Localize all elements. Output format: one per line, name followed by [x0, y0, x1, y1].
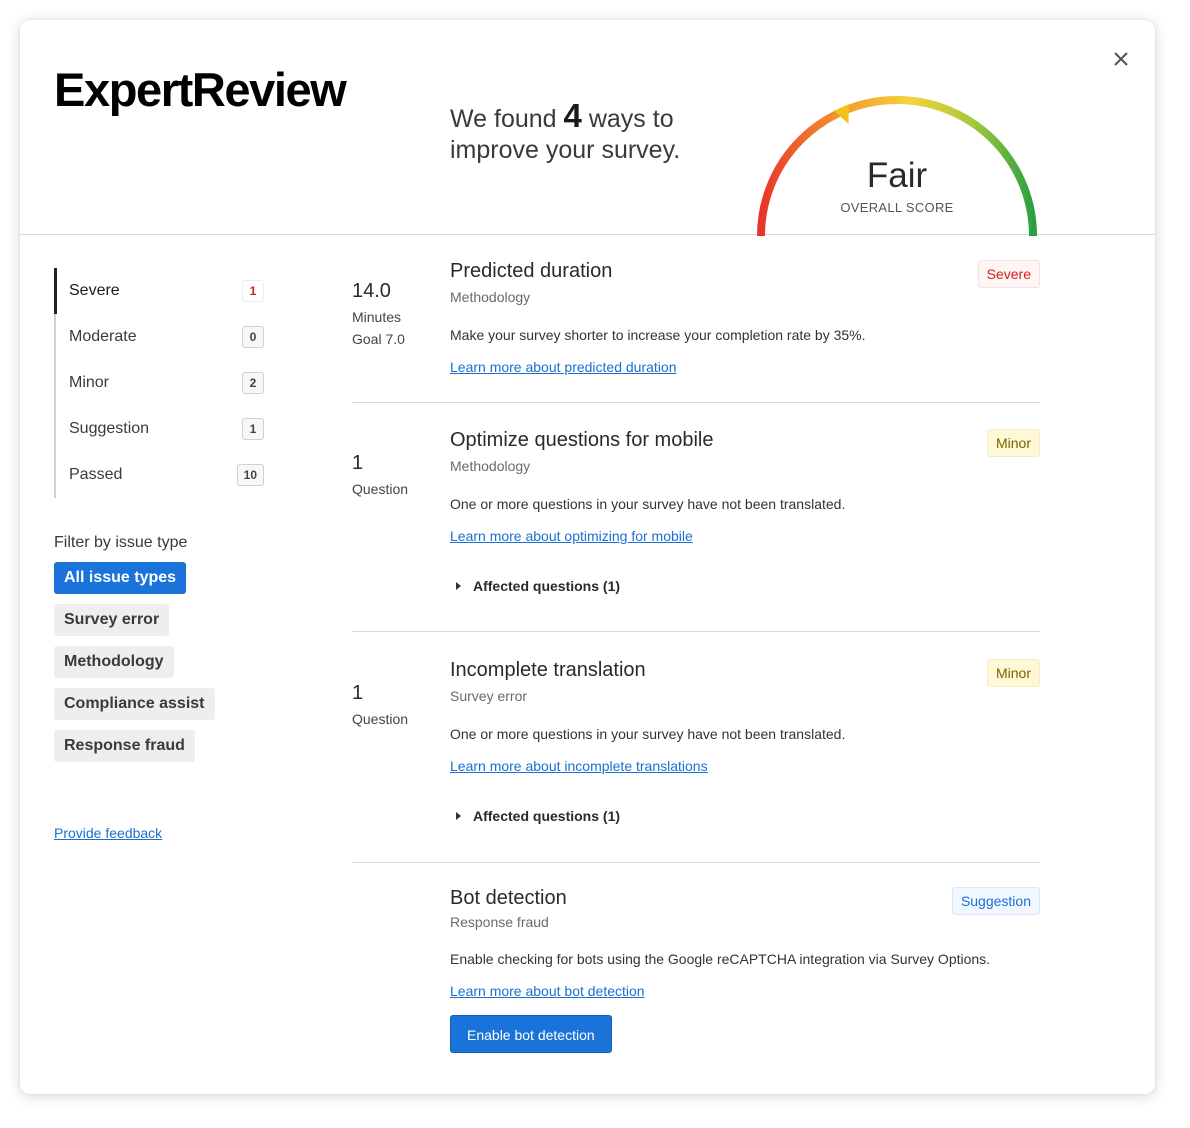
issue-description: One or more questions in your survey hav… [450, 496, 846, 512]
metric-unit: Question [352, 711, 409, 727]
score-gauge: Fair OVERALL SCORE [752, 90, 1042, 236]
filter-title: Filter by issue type [54, 534, 188, 551]
learn-more-link[interactable]: Learn more about bot detection [450, 983, 645, 999]
severity-count: 1 [242, 280, 264, 302]
issue-metric: 1 Question [352, 682, 442, 727]
severity-label: Severe [69, 282, 120, 299]
filter-chip-compliance-assist[interactable]: Compliance assist [54, 688, 215, 720]
severity-badge: Severe [977, 260, 1040, 288]
logo: ExpertReview [54, 63, 347, 116]
issue-metric: 1 Question [352, 452, 442, 497]
filter-chip-survey-error[interactable]: Survey error [54, 604, 170, 636]
affected-questions-label: Affected questions (1) [473, 808, 621, 824]
issue-content: Bot detection Response fraud Enable chec… [450, 887, 1040, 1053]
issue-count: 4 [563, 97, 582, 134]
close-button[interactable] [1108, 46, 1134, 72]
score-label: Fair [866, 156, 928, 195]
caret-right-icon [456, 812, 461, 820]
issue-category: Methodology [450, 458, 531, 474]
issue-content: Incomplete translation Survey error One … [450, 659, 1040, 824]
issue-category: Survey error [450, 688, 528, 704]
issue-category: Methodology [450, 289, 531, 305]
severity-list: Severe 1 Moderate 0 Minor 2 Suggestion 1… [54, 268, 264, 498]
severity-badge: Minor [986, 659, 1040, 687]
enable-bot-detection-button[interactable]: Enable bot detection [450, 1015, 612, 1053]
severity-item-severe[interactable]: Severe 1 [54, 268, 264, 314]
issue-category: Response fraud [450, 914, 549, 930]
issue-card-predicted-duration: 14.0 Minutes Goal 7.0 Predicted duration… [352, 256, 1040, 403]
severity-item-minor[interactable]: Minor 2 [56, 360, 264, 406]
severity-label: Moderate [69, 328, 137, 345]
provide-feedback-link[interactable]: Provide feedback [54, 825, 162, 841]
severity-count: 0 [242, 326, 264, 348]
affected-questions-label: Affected questions (1) [473, 578, 621, 594]
issue-title: Predicted duration [450, 260, 613, 282]
severity-label: Passed [69, 466, 123, 483]
severity-item-suggestion[interactable]: Suggestion 1 [56, 406, 264, 452]
metric-value: 1 [352, 452, 364, 474]
sidebar: Severe 1 Moderate 0 Minor 2 Suggestion 1… [54, 268, 264, 762]
metric-unit: Question [352, 481, 409, 497]
severity-item-passed[interactable]: Passed 10 [56, 452, 264, 498]
metric-goal: Goal 7.0 [352, 331, 405, 347]
learn-more-link[interactable]: Learn more about optimizing for mobile [450, 528, 693, 544]
issue-title: Optimize questions for mobile [450, 429, 714, 451]
filter-chip-all[interactable]: All issue types [54, 562, 187, 594]
severity-count: 2 [242, 372, 264, 394]
summary-text: We found 4 ways to improve your survey. [450, 97, 690, 166]
metric-value: 1 [352, 682, 364, 704]
severity-count: 10 [236, 464, 264, 486]
issue-card-optimize-mobile: 1 Question Optimize questions for mobile… [352, 403, 1040, 632]
issue-card-incomplete-translation: 1 Question Incomplete translation Survey… [352, 632, 1040, 863]
issue-content: Optimize questions for mobile Methodolog… [450, 429, 1040, 594]
affected-questions-toggle[interactable]: Affected questions (1) [456, 578, 1040, 594]
severity-label: Suggestion [69, 420, 150, 437]
issue-description: Make your survey shorter to increase you… [450, 327, 866, 343]
severity-count: 1 [242, 418, 264, 440]
severity-label: Minor [69, 374, 110, 391]
issue-content: Predicted duration Methodology Make your… [450, 260, 1040, 377]
close-icon [1114, 52, 1128, 66]
expert-review-modal: ExpertReview We found 4 ways to improve … [20, 20, 1155, 1094]
filter-chip-response-fraud[interactable]: Response fraud [54, 730, 195, 762]
header: ExpertReview We found 4 ways to improve … [20, 20, 1155, 236]
issue-description: Enable checking for bots using the Googl… [450, 951, 991, 967]
filter-chip-methodology[interactable]: Methodology [54, 646, 174, 678]
severity-item-moderate[interactable]: Moderate 0 [56, 314, 264, 360]
issue-title: Incomplete translation [450, 659, 646, 681]
affected-questions-toggle[interactable]: Affected questions (1) [456, 808, 1040, 824]
metric-unit: Minutes [352, 309, 402, 325]
learn-more-link[interactable]: Learn more about incomplete translations [450, 758, 708, 774]
summary-prefix: We found [450, 105, 557, 133]
issue-metric: 14.0 Minutes Goal 7.0 [352, 280, 442, 347]
issue-card-bot-detection: Bot detection Response fraud Enable chec… [352, 863, 1040, 1063]
metric-value: 14.0 [352, 280, 391, 302]
issue-description: One or more questions in your survey hav… [450, 726, 846, 742]
learn-more-link[interactable]: Learn more about predicted duration [450, 359, 676, 375]
caret-right-icon [456, 582, 461, 590]
severity-badge: Minor [986, 429, 1040, 457]
score-sub-label: OVERALL SCORE [840, 200, 954, 215]
summary-mid: ways [588, 105, 646, 133]
severity-badge: Suggestion [951, 887, 1040, 915]
